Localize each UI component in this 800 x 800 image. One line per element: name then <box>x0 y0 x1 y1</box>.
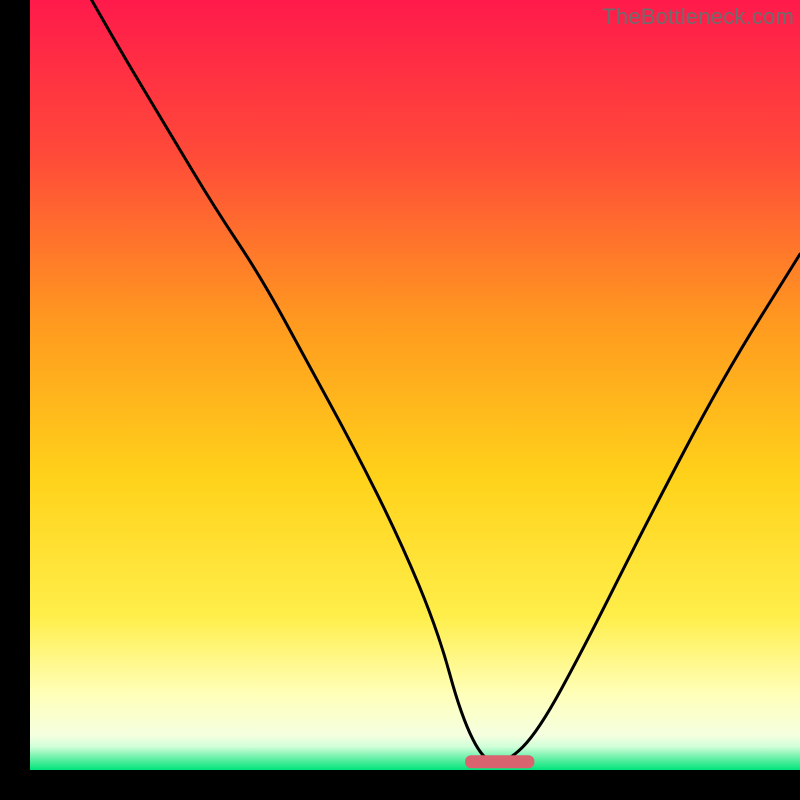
chart-frame: TheBottleneck.com <box>30 0 800 770</box>
optimal-marker <box>465 755 534 768</box>
watermark-text: TheBottleneck.com <box>602 4 794 30</box>
chart-curve-layer <box>30 0 800 770</box>
bottleneck-curve <box>92 0 800 762</box>
